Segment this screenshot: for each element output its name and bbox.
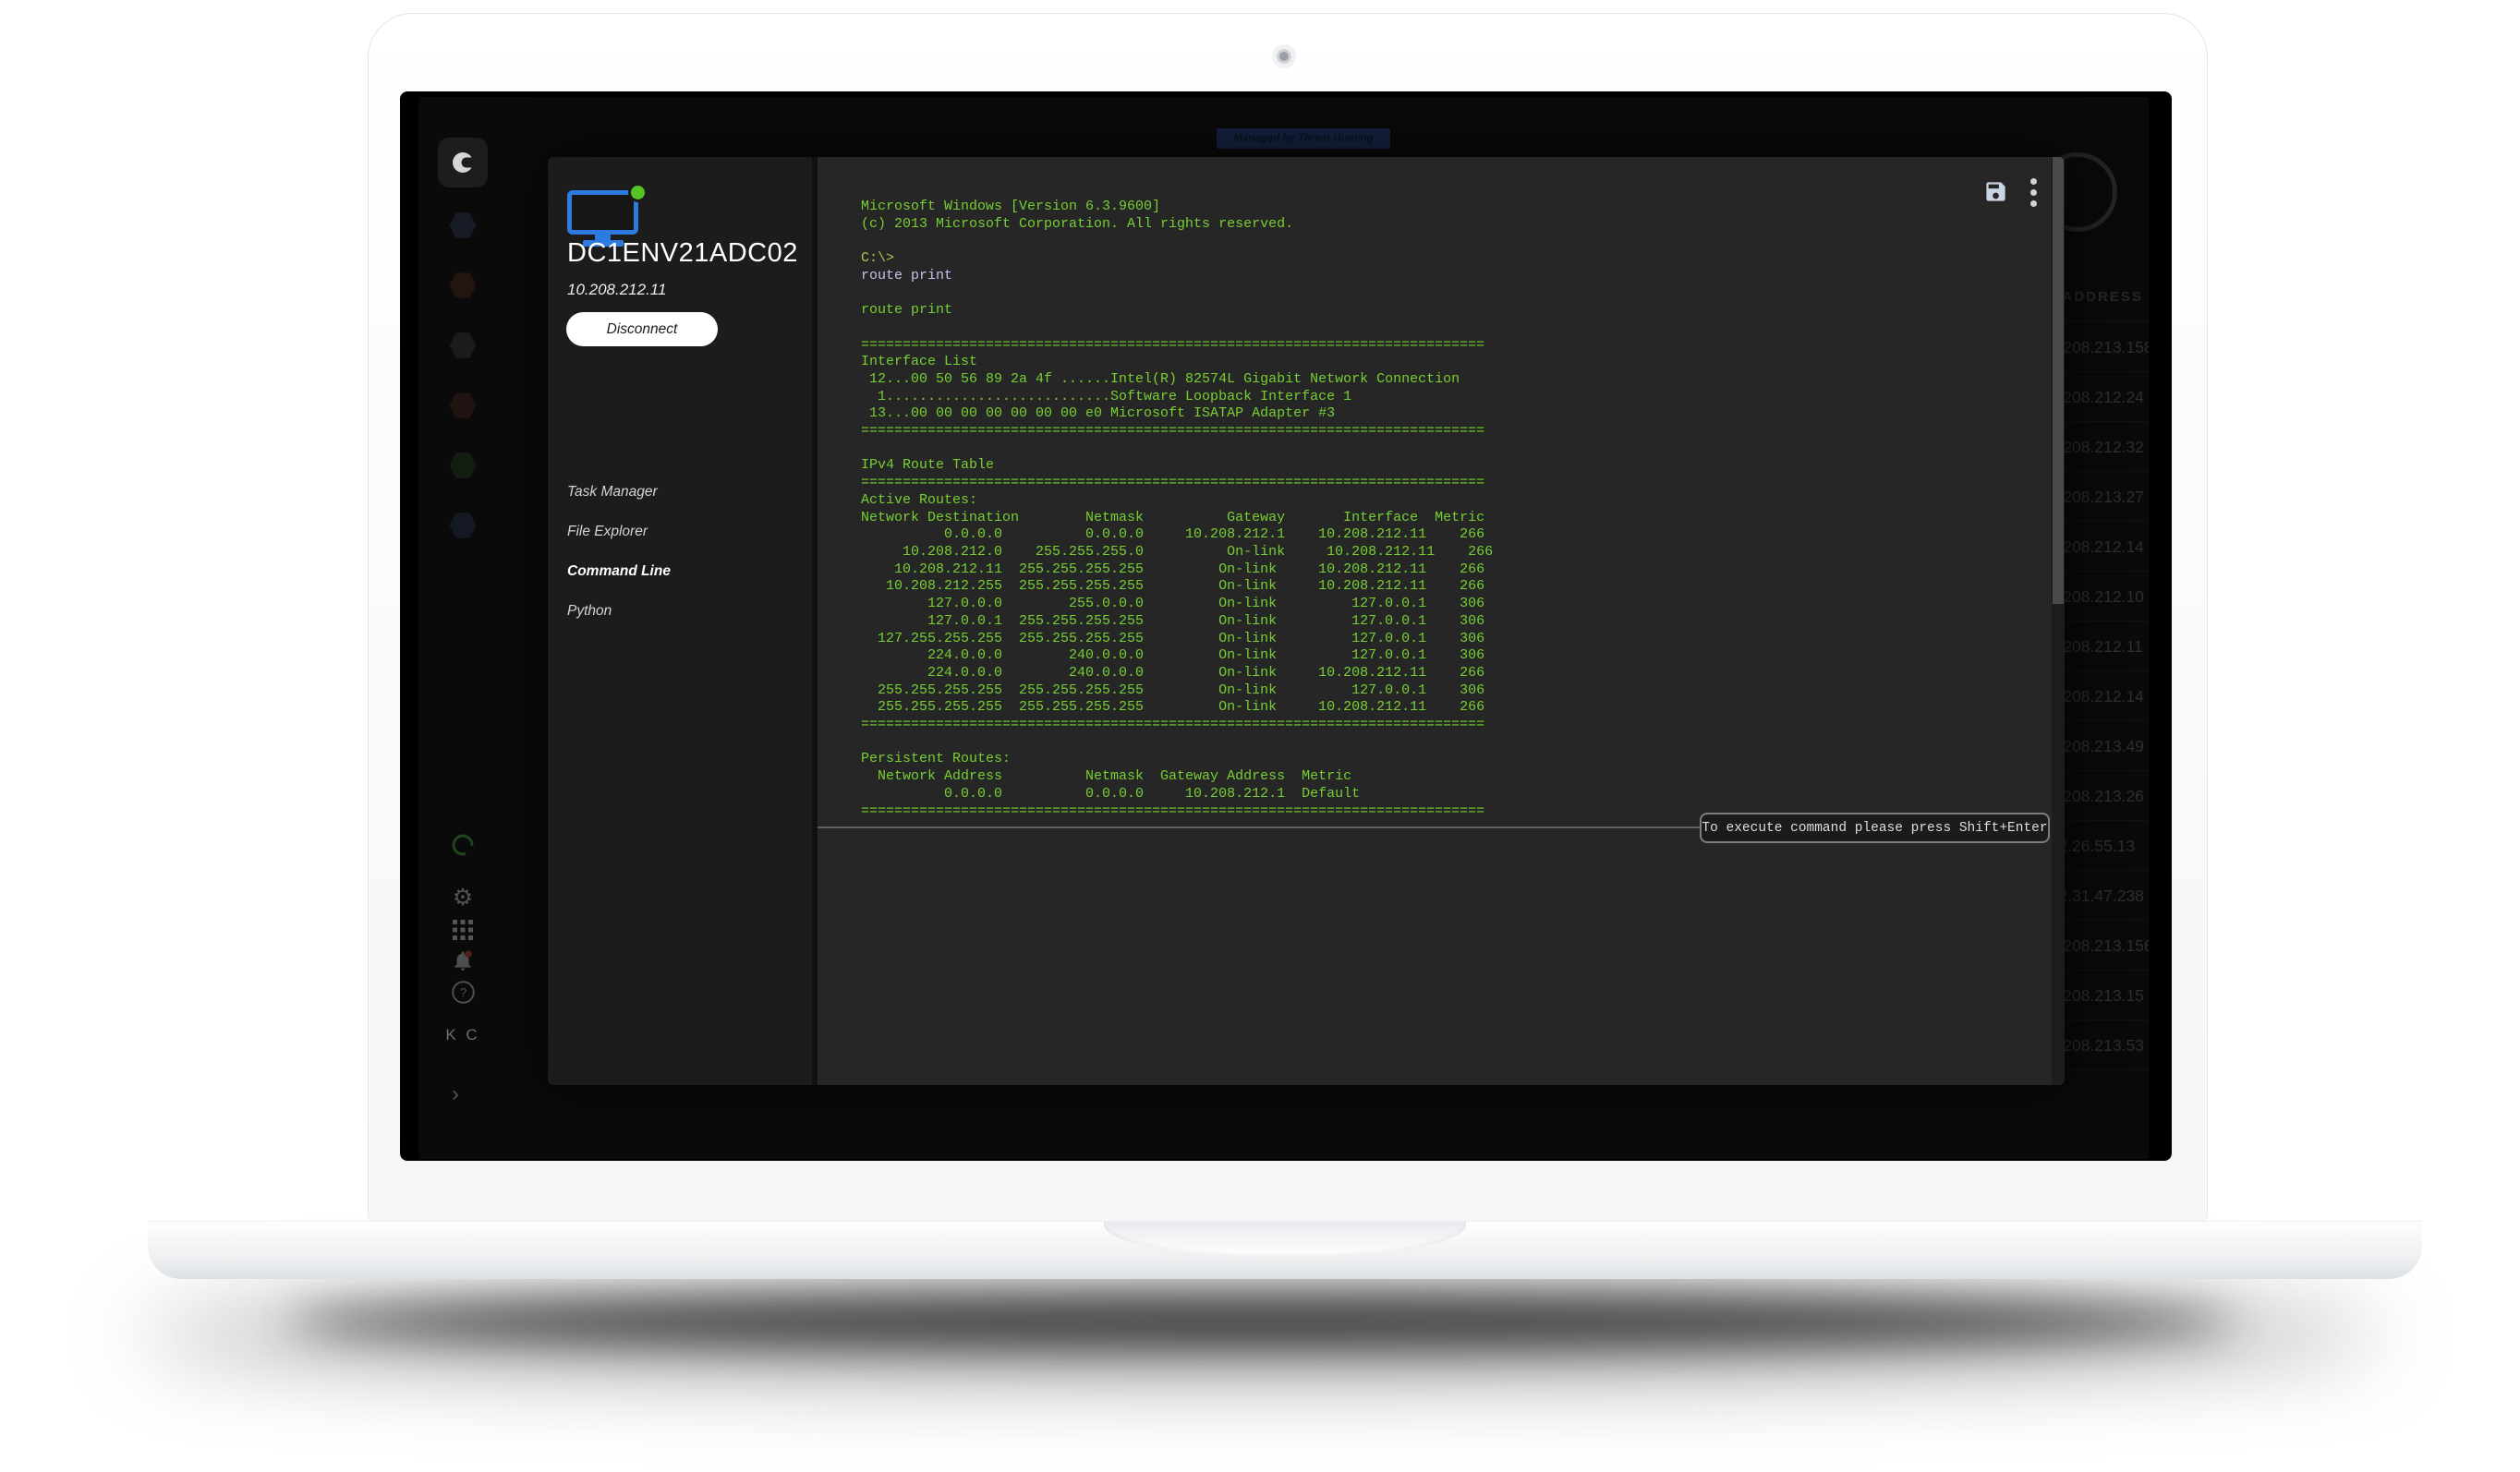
managed-by-badge: Managed by Threat Hunting	[1217, 128, 1390, 149]
save-button[interactable]	[1983, 179, 2008, 207]
remote-session-panel: DC1ENV21ADC02 10.208.212.11 Disconnect T…	[548, 157, 2065, 1085]
console-line: 1...........................Software Loo…	[861, 389, 2046, 406]
eye-logo-icon	[449, 149, 477, 176]
console-line	[861, 233, 2046, 250]
laptop-base-notch	[1104, 1222, 1466, 1258]
execute-tooltip: To execute command please press Shift+En…	[1700, 813, 2050, 843]
app-page: ⚙ ? K C	[418, 97, 2149, 1159]
apps-grid-icon[interactable]	[443, 919, 482, 947]
monitor-icon	[567, 183, 639, 244]
console-line: 127.0.0.0 255.0.0.0 On-link 127.0.0.1 30…	[861, 596, 2046, 613]
kebab-dot	[2030, 178, 2037, 185]
console-line	[861, 734, 2046, 752]
scrollbar-thumb[interactable]	[2053, 157, 2064, 604]
console-line: 255.255.255.255 255.255.255.255 On-link …	[861, 699, 2046, 717]
gear-icon[interactable]: ⚙	[443, 884, 482, 911]
console-line: C:\>	[861, 250, 2046, 268]
console-line: 0.0.0.0 0.0.0.0 10.208.212.1 10.208.212.…	[861, 526, 2046, 544]
console-line: 127.255.255.255 255.255.255.255 On-link …	[861, 631, 2046, 648]
console-line: 12...00 50 56 89 2a 4f ......Intel(R) 82…	[861, 371, 2046, 389]
rail-module-icon[interactable]	[449, 452, 477, 479]
sidebar-item-python[interactable]: Python	[548, 593, 812, 633]
console-line: Microsoft Windows [Version 6.3.9600]	[861, 199, 2046, 216]
console-line: (c) 2013 Microsoft Corporation. All righ…	[861, 216, 2046, 234]
stage: ⚙ ? K C	[0, 0, 2520, 1472]
console-line: 10.208.212.255 255.255.255.255 On-link 1…	[861, 578, 2046, 596]
laptop-screen: ⚙ ? K C	[400, 91, 2172, 1161]
collapse-chevron-icon[interactable]: ›	[452, 1081, 459, 1107]
console-box: Microsoft Windows [Version 6.3.9600](c) …	[818, 157, 2046, 828]
console-line: 0.0.0.0 0.0.0.0 10.208.212.1 Default	[861, 786, 2046, 803]
console-scrollbar[interactable]	[2052, 157, 2065, 1085]
console-output[interactable]: Microsoft Windows [Version 6.3.9600](c) …	[818, 157, 2046, 826]
console-line: 224.0.0.0 240.0.0.0 On-link 127.0.0.1 30…	[861, 647, 2046, 665]
app-logo[interactable]	[438, 138, 488, 187]
console-line: 10.208.212.11 255.255.255.255 On-link 10…	[861, 561, 2046, 579]
console-line: 127.0.0.1 255.255.255.255 On-link 127.0.…	[861, 613, 2046, 631]
rail-module-icon[interactable]	[449, 332, 477, 359]
console-line: Persistent Routes:	[861, 751, 2046, 768]
console-line: Network Address Netmask Gateway Address …	[861, 768, 2046, 786]
disconnect-button[interactable]: Disconnect	[566, 312, 718, 346]
console-line: route print	[861, 302, 2046, 320]
console-line: 10.208.212.0 255.255.255.0 On-link 10.20…	[861, 544, 2046, 561]
rail-module-icon[interactable]	[449, 512, 477, 539]
rail-module-icon[interactable]	[449, 392, 477, 419]
device-ip-address: 10.208.212.11	[567, 281, 666, 299]
webcam	[1277, 49, 1291, 64]
kebab-dot	[2030, 189, 2037, 196]
laptop-shadow	[286, 1295, 2235, 1348]
kebab-dot	[2030, 200, 2037, 207]
console-line: ========================================…	[861, 717, 2046, 734]
console-line: 224.0.0.0 240.0.0.0 On-link 10.208.212.1…	[861, 665, 2046, 682]
svg-text:?: ?	[459, 986, 466, 1000]
sync-icon[interactable]	[443, 832, 482, 864]
console-line	[861, 285, 2046, 303]
device-hostname: DC1ENV21ADC02	[567, 238, 798, 269]
console-line: IPv4 Route Table	[861, 457, 2046, 475]
console-line: 13...00 00 00 00 00 00 00 e0 Microsoft I…	[861, 405, 2046, 423]
sidebar-menu: Task ManagerFile ExplorerCommand LinePyt…	[548, 474, 812, 633]
bell-icon[interactable]	[443, 948, 482, 979]
save-icon	[1983, 179, 2008, 204]
console-line: 255.255.255.255 255.255.255.255 On-link …	[861, 682, 2046, 700]
console-line: ========================================…	[861, 475, 2046, 492]
console-line	[861, 320, 2046, 337]
console-line	[861, 440, 2046, 458]
command-line-panel: Microsoft Windows [Version 6.3.9600](c) …	[818, 157, 2065, 1085]
console-line: Interface List	[861, 354, 2046, 371]
session-sidebar: DC1ENV21ADC02 10.208.212.11 Disconnect T…	[548, 157, 818, 1085]
monitor-screen-shape	[567, 190, 638, 235]
help-icon[interactable]: ?	[443, 980, 482, 1011]
kebab-menu-icon[interactable]	[2030, 174, 2037, 211]
sidebar-item-file-explorer[interactable]: File Explorer	[548, 513, 812, 553]
console-line: ========================================…	[861, 337, 2046, 355]
rail-module-icon[interactable]	[449, 271, 477, 299]
sidebar-item-command-line[interactable]: Command Line	[548, 553, 812, 593]
managed-by-badge-label: Managed by Threat Hunting	[1233, 133, 1373, 144]
console-line: ========================================…	[861, 423, 2046, 440]
online-status-dot	[628, 183, 648, 202]
laptop-base	[148, 1221, 2422, 1279]
sidebar-item-task-manager[interactable]: Task Manager	[548, 474, 812, 513]
laptop-frame: ⚙ ? K C	[368, 13, 2208, 1221]
user-initials-avatar[interactable]: K C	[439, 1026, 487, 1044]
console-line: route print	[861, 268, 2046, 285]
console-line: Active Routes:	[861, 492, 2046, 510]
terminal-actions	[1983, 174, 2037, 211]
console-line: Network Destination Netmask Gateway Inte…	[861, 510, 2046, 527]
rail-module-icon[interactable]	[449, 211, 477, 239]
